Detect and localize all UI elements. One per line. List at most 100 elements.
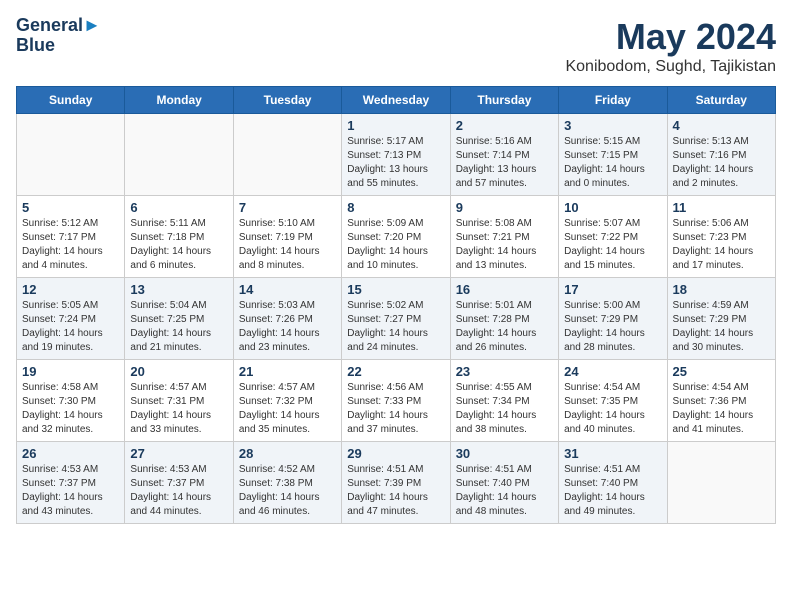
calendar-cell: 11 Sunrise: 5:06 AMSunset: 7:23 PMDayligh… bbox=[667, 196, 775, 278]
day-number: 22 bbox=[347, 364, 444, 379]
day-info: Sunrise: 5:17 AMSunset: 7:13 PMDaylight:… bbox=[347, 135, 444, 191]
day-info: Sunrise: 5:07 AMSunset: 7:22 PMDaylight:… bbox=[564, 217, 661, 273]
day-info: Sunrise: 4:51 AMSunset: 7:40 PMDaylight:… bbox=[456, 463, 553, 519]
logo-text: General►Blue bbox=[16, 16, 101, 56]
calendar-cell: 21 Sunrise: 4:57 AMSunset: 7:32 PMDayligh… bbox=[233, 360, 341, 442]
day-info: Sunrise: 5:15 AMSunset: 7:15 PMDaylight:… bbox=[564, 135, 661, 191]
day-number: 18 bbox=[673, 282, 770, 297]
calendar-cell bbox=[667, 442, 775, 524]
day-info: Sunrise: 4:59 AMSunset: 7:29 PMDaylight:… bbox=[673, 299, 770, 355]
day-number: 10 bbox=[564, 200, 661, 215]
calendar-cell bbox=[125, 114, 233, 196]
calendar-title: May 2024 bbox=[565, 16, 776, 58]
calendar-cell bbox=[233, 114, 341, 196]
day-of-week-header: Thursday bbox=[450, 87, 558, 114]
day-number: 11 bbox=[673, 200, 770, 215]
calendar-week-row: 1Sunrise: 5:17 AMSunset: 7:13 PMDaylight… bbox=[17, 114, 776, 196]
day-info: Sunrise: 4:55 AMSunset: 7:34 PMDaylight:… bbox=[456, 381, 553, 437]
calendar-cell: 17 Sunrise: 5:00 AMSunset: 7:29 PMDayligh… bbox=[559, 278, 667, 360]
day-number: 24 bbox=[564, 364, 661, 379]
calendar-cell: 25 Sunrise: 4:54 AMSunset: 7:36 PMDayligh… bbox=[667, 360, 775, 442]
day-number: 8 bbox=[347, 200, 444, 215]
calendar-cell: 5 Sunrise: 5:12 AMSunset: 7:17 PMDaylight… bbox=[17, 196, 125, 278]
day-info: Sunrise: 5:16 AMSunset: 7:14 PMDaylight:… bbox=[456, 135, 553, 191]
calendar-cell: 13 Sunrise: 5:04 AMSunset: 7:25 PMDayligh… bbox=[125, 278, 233, 360]
calendar-week-row: 26 Sunrise: 4:53 AMSunset: 7:37 PMDayligh… bbox=[17, 442, 776, 524]
calendar-week-row: 5 Sunrise: 5:12 AMSunset: 7:17 PMDaylight… bbox=[17, 196, 776, 278]
calendar-cell: 26 Sunrise: 4:53 AMSunset: 7:37 PMDayligh… bbox=[17, 442, 125, 524]
calendar-header-row: SundayMondayTuesdayWednesdayThursdayFrid… bbox=[17, 87, 776, 114]
day-info: Sunrise: 5:03 AMSunset: 7:26 PMDaylight:… bbox=[239, 299, 336, 355]
day-number: 20 bbox=[130, 364, 227, 379]
day-info: Sunrise: 5:02 AMSunset: 7:27 PMDaylight:… bbox=[347, 299, 444, 355]
day-number: 29 bbox=[347, 446, 444, 461]
day-number: 13 bbox=[130, 282, 227, 297]
calendar-cell: 8Sunrise: 5:09 AMSunset: 7:20 PMDaylight… bbox=[342, 196, 450, 278]
day-number: 7 bbox=[239, 200, 336, 215]
calendar-cell: 18 Sunrise: 4:59 AMSunset: 7:29 PMDayligh… bbox=[667, 278, 775, 360]
calendar-cell: 27 Sunrise: 4:53 AMSunset: 7:37 PMDayligh… bbox=[125, 442, 233, 524]
day-number: 3 bbox=[564, 118, 661, 133]
calendar-cell: 14 Sunrise: 5:03 AMSunset: 7:26 PMDayligh… bbox=[233, 278, 341, 360]
day-info: Sunrise: 4:52 AMSunset: 7:38 PMDaylight:… bbox=[239, 463, 336, 519]
calendar-cell: 6 Sunrise: 5:11 AMSunset: 7:18 PMDaylight… bbox=[125, 196, 233, 278]
day-of-week-header: Monday bbox=[125, 87, 233, 114]
day-of-week-header: Sunday bbox=[17, 87, 125, 114]
calendar-cell bbox=[17, 114, 125, 196]
day-number: 16 bbox=[456, 282, 553, 297]
day-number: 31 bbox=[564, 446, 661, 461]
day-number: 25 bbox=[673, 364, 770, 379]
calendar-cell: 24Sunrise: 4:54 AMSunset: 7:35 PMDayligh… bbox=[559, 360, 667, 442]
day-number: 6 bbox=[130, 200, 227, 215]
day-number: 26 bbox=[22, 446, 119, 461]
day-info: Sunrise: 4:57 AMSunset: 7:32 PMDaylight:… bbox=[239, 381, 336, 437]
day-info: Sunrise: 4:53 AMSunset: 7:37 PMDaylight:… bbox=[130, 463, 227, 519]
calendar-cell: 9Sunrise: 5:08 AMSunset: 7:21 PMDaylight… bbox=[450, 196, 558, 278]
day-info: Sunrise: 5:06 AMSunset: 7:23 PMDaylight:… bbox=[673, 217, 770, 273]
calendar-cell: 4 Sunrise: 5:13 AMSunset: 7:16 PMDaylight… bbox=[667, 114, 775, 196]
day-info: Sunrise: 4:58 AMSunset: 7:30 PMDaylight:… bbox=[22, 381, 119, 437]
calendar-table: SundayMondayTuesdayWednesdayThursdayFrid… bbox=[16, 86, 776, 524]
day-number: 14 bbox=[239, 282, 336, 297]
calendar-cell: 12Sunrise: 5:05 AMSunset: 7:24 PMDayligh… bbox=[17, 278, 125, 360]
calendar-cell: 28 Sunrise: 4:52 AMSunset: 7:38 PMDayligh… bbox=[233, 442, 341, 524]
day-info: Sunrise: 4:53 AMSunset: 7:37 PMDaylight:… bbox=[22, 463, 119, 519]
calendar-cell: 22Sunrise: 4:56 AMSunset: 7:33 PMDayligh… bbox=[342, 360, 450, 442]
day-number: 21 bbox=[239, 364, 336, 379]
calendar-cell: 29 Sunrise: 4:51 AMSunset: 7:39 PMDayligh… bbox=[342, 442, 450, 524]
calendar-cell: 31Sunrise: 4:51 AMSunset: 7:40 PMDayligh… bbox=[559, 442, 667, 524]
calendar-cell: 2Sunrise: 5:16 AMSunset: 7:14 PMDaylight… bbox=[450, 114, 558, 196]
day-info: Sunrise: 5:13 AMSunset: 7:16 PMDaylight:… bbox=[673, 135, 770, 191]
day-of-week-header: Wednesday bbox=[342, 87, 450, 114]
day-number: 4 bbox=[673, 118, 770, 133]
calendar-cell: 7 Sunrise: 5:10 AMSunset: 7:19 PMDaylight… bbox=[233, 196, 341, 278]
day-info: Sunrise: 5:11 AMSunset: 7:18 PMDaylight:… bbox=[130, 217, 227, 273]
day-info: Sunrise: 5:05 AMSunset: 7:24 PMDaylight:… bbox=[22, 299, 119, 355]
calendar-cell: 30 Sunrise: 4:51 AMSunset: 7:40 PMDayligh… bbox=[450, 442, 558, 524]
logo: General►Blue bbox=[16, 16, 101, 56]
calendar-cell: 20Sunrise: 4:57 AMSunset: 7:31 PMDayligh… bbox=[125, 360, 233, 442]
calendar-week-row: 19Sunrise: 4:58 AMSunset: 7:30 PMDayligh… bbox=[17, 360, 776, 442]
day-number: 17 bbox=[564, 282, 661, 297]
day-number: 28 bbox=[239, 446, 336, 461]
day-info: Sunrise: 5:00 AMSunset: 7:29 PMDaylight:… bbox=[564, 299, 661, 355]
day-info: Sunrise: 5:12 AMSunset: 7:17 PMDaylight:… bbox=[22, 217, 119, 273]
page-header: General►Blue May 2024 Konibodom, Sughd, … bbox=[16, 16, 776, 76]
title-area: May 2024 Konibodom, Sughd, Tajikistan bbox=[565, 16, 776, 76]
day-number: 30 bbox=[456, 446, 553, 461]
day-info: Sunrise: 4:51 AMSunset: 7:39 PMDaylight:… bbox=[347, 463, 444, 519]
day-of-week-header: Saturday bbox=[667, 87, 775, 114]
day-number: 23 bbox=[456, 364, 553, 379]
day-number: 15 bbox=[347, 282, 444, 297]
day-of-week-header: Tuesday bbox=[233, 87, 341, 114]
calendar-cell: 23 Sunrise: 4:55 AMSunset: 7:34 PMDayligh… bbox=[450, 360, 558, 442]
day-info: Sunrise: 5:10 AMSunset: 7:19 PMDaylight:… bbox=[239, 217, 336, 273]
day-number: 27 bbox=[130, 446, 227, 461]
day-info: Sunrise: 4:54 AMSunset: 7:36 PMDaylight:… bbox=[673, 381, 770, 437]
calendar-cell: 19Sunrise: 4:58 AMSunset: 7:30 PMDayligh… bbox=[17, 360, 125, 442]
day-info: Sunrise: 5:04 AMSunset: 7:25 PMDaylight:… bbox=[130, 299, 227, 355]
calendar-cell: 1Sunrise: 5:17 AMSunset: 7:13 PMDaylight… bbox=[342, 114, 450, 196]
calendar-cell: 3 Sunrise: 5:15 AMSunset: 7:15 PMDaylight… bbox=[559, 114, 667, 196]
calendar-cell: 16Sunrise: 5:01 AMSunset: 7:28 PMDayligh… bbox=[450, 278, 558, 360]
day-number: 5 bbox=[22, 200, 119, 215]
